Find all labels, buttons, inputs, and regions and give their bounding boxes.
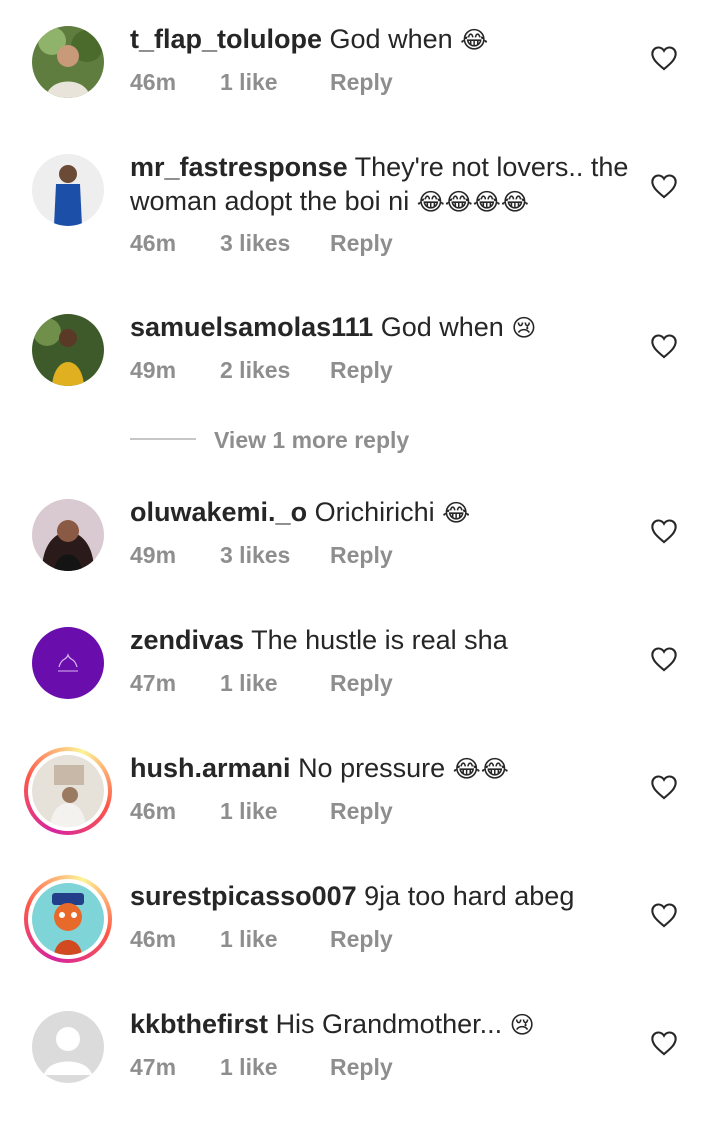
comment-username[interactable]: surestpicasso007 [130,881,357,911]
comment-body: mr_fastresponse They're not lovers.. the… [130,150,630,219]
reply-button[interactable]: Reply [330,668,393,698]
comment-username[interactable]: kkbthefirst [130,1009,268,1039]
heart-icon[interactable] [650,45,678,71]
comment-body: oluwakemi._o Orichirichi 😂 [130,495,630,530]
avatar-photo [32,26,104,98]
avatar-story-ring[interactable] [24,875,112,963]
reply-button[interactable]: Reply [330,67,393,97]
comment-emoji: 😂 [460,26,489,54]
avatar[interactable] [32,26,104,98]
comment-meta: 46m 1 like Reply [130,796,393,826]
comment-username[interactable]: mr_fastresponse [130,152,348,182]
comment-likes[interactable]: 1 like [220,924,330,954]
comment-time: 46m [130,69,177,95]
avatar-illustration [32,883,104,955]
reply-button[interactable]: Reply [330,228,393,258]
comment-meta: 47m 1 like Reply [130,668,393,698]
comment-emoji: 😢 [511,314,537,342]
view-more-replies[interactable]: View 1 more reply [130,424,530,456]
avatar-photo [32,314,104,386]
avatar[interactable] [32,627,104,699]
comment-likes[interactable]: 1 like [220,668,330,698]
comment-meta: 46m 3 likes Reply [130,228,393,258]
avatar-photo [32,499,104,571]
avatar [28,879,108,959]
comment-username[interactable]: oluwakemi._o [130,497,307,527]
heart-icon[interactable] [650,1030,678,1056]
comment-text: The hustle is real sha [251,625,508,655]
reply-button[interactable]: Reply [330,796,393,826]
comment-meta: 46m 1 like Reply [130,67,393,97]
comment-username[interactable]: samuelsamolas111 [130,312,373,342]
comment-meta: 46m 1 like Reply [130,924,393,954]
comment-username[interactable]: t_flap_tolulope [130,24,322,54]
comment-emoji: 😂😂😂😂 [416,188,529,216]
comment-time: 46m [130,230,177,256]
comment-text: God when [329,24,453,54]
comment-username[interactable]: hush.armani [130,753,291,783]
default-avatar-icon [32,1011,104,1083]
comment-likes[interactable]: 1 like [220,1052,330,1082]
comment-time: 46m [130,926,177,952]
comment-body: t_flap_tolulope God when 😂 [130,22,630,57]
comment-emoji: 😂😂 [452,755,509,783]
avatar[interactable] [32,314,104,386]
heart-icon[interactable] [650,518,678,544]
comment-body: zendivas The hustle is real sha [130,623,630,657]
avatar[interactable] [32,154,104,226]
comment-likes[interactable]: 3 likes [220,228,330,258]
comment-body: kkbthefirst His Grandmother... 😢 [130,1007,630,1042]
reply-button[interactable]: Reply [330,540,393,570]
comment-time: 47m [130,670,177,696]
comment-body: samuelsamolas111 God when 😢 [130,310,630,345]
comment-likes[interactable]: 2 likes [220,355,330,385]
comment-time: 49m [130,357,177,383]
reply-button[interactable]: Reply [330,924,393,954]
comment-body: hush.armani No pressure 😂😂 [130,751,630,786]
comment-meta: 49m 2 likes Reply [130,355,393,385]
avatar-photo [32,755,104,827]
comment-username[interactable]: zendivas [130,625,244,655]
heart-icon[interactable] [650,774,678,800]
heart-icon[interactable] [650,173,678,199]
avatar-logo [32,627,104,699]
comment-text: His Grandmother... [275,1009,503,1039]
heart-icon[interactable] [650,333,678,359]
comment-time: 47m [130,1054,177,1080]
comment-likes[interactable]: 1 like [220,67,330,97]
comment-emoji: 😂 [442,499,471,527]
comment-text: Orichirichi [314,497,435,527]
comment-text: 9ja too hard abeg [364,881,575,911]
comment-meta: 47m 1 like Reply [130,1052,393,1082]
comment-likes[interactable]: 1 like [220,796,330,826]
heart-icon[interactable] [650,902,678,928]
heart-icon[interactable] [650,646,678,672]
view-more-replies-label[interactable]: View 1 more reply [214,424,409,456]
avatar[interactable] [32,1011,104,1083]
avatar-photo [32,154,104,226]
divider-line [130,438,196,440]
comment-body: surestpicasso007 9ja too hard abeg [130,879,630,913]
avatar-story-ring[interactable] [24,747,112,835]
reply-button[interactable]: Reply [330,355,393,385]
comment-text: No pressure [298,753,446,783]
comment-time: 46m [130,798,177,824]
comment-likes[interactable]: 3 likes [220,540,330,570]
comment-time: 49m [130,542,177,568]
comment-emoji: 😢 [509,1011,535,1039]
avatar[interactable] [32,499,104,571]
avatar [28,751,108,831]
reply-button[interactable]: Reply [330,1052,393,1082]
comment-text: God when [380,312,504,342]
comment-meta: 49m 3 likes Reply [130,540,393,570]
